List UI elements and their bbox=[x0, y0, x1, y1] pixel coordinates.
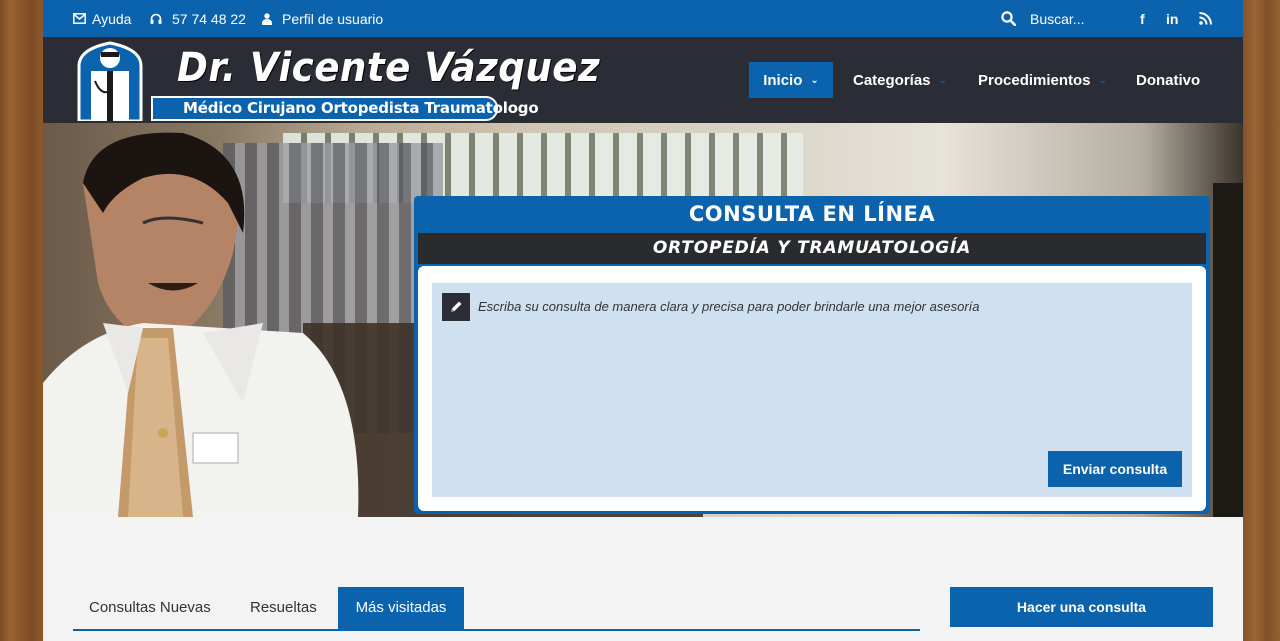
headset-icon bbox=[150, 13, 162, 24]
rss-icon[interactable] bbox=[1199, 0, 1212, 37]
nav-procedimientos-label: Procedimientos bbox=[978, 71, 1091, 89]
send-consult-button[interactable]: Enviar consulta bbox=[1048, 451, 1182, 487]
tab-resueltas[interactable]: Resueltas bbox=[250, 587, 317, 629]
search-box bbox=[1001, 0, 1120, 37]
nav-donativo[interactable]: Donativo bbox=[1136, 62, 1200, 98]
site-logo[interactable]: Dr. Vicente Vázquez Médico Cirujano Orto… bbox=[73, 41, 600, 121]
consult-tabs: Consultas Nuevas Resueltas Más visitadas bbox=[73, 587, 920, 631]
logo-subtitle: Médico Cirujano Ortopedista Traumatologo bbox=[151, 96, 539, 121]
search-icon[interactable] bbox=[1001, 11, 1016, 26]
linkedin-icon[interactable]: in bbox=[1166, 0, 1178, 37]
nav-categorias-label: Categorías bbox=[853, 71, 931, 89]
hero-shadow bbox=[1213, 183, 1243, 517]
help-label: Ayuda bbox=[92, 10, 132, 27]
nav-procedimientos[interactable]: Procedimientos ⌄ bbox=[978, 62, 1107, 98]
nav-donativo-label: Donativo bbox=[1136, 71, 1201, 89]
search-input[interactable] bbox=[1030, 10, 1120, 27]
site-header: Dr. Vicente Vázquez Médico Cirujano Orto… bbox=[43, 37, 1243, 123]
tab-consultas-nuevas[interactable]: Consultas Nuevas bbox=[89, 587, 211, 629]
top-bar: Ayuda 57 74 48 22 Perfil de usuario f bbox=[43, 0, 1243, 37]
chevron-down-icon: ⌄ bbox=[1098, 74, 1107, 86]
help-link[interactable]: Ayuda bbox=[73, 0, 131, 37]
profile-label: Perfil de usuario bbox=[282, 10, 384, 27]
consult-panel: CONSULTA EN LÍNEA ORTOPEDÍA Y TRAMUATOLO… bbox=[414, 196, 1210, 514]
hero-banner: CONSULTA EN LÍNEA ORTOPEDÍA Y TRAMUATOLO… bbox=[43, 123, 1243, 517]
facebook-icon[interactable]: f bbox=[1140, 0, 1145, 37]
consult-placeholder: Escriba su consulta de manera clara y pr… bbox=[478, 299, 980, 314]
consult-textarea[interactable]: Escriba su consulta de manera clara y pr… bbox=[432, 283, 1192, 497]
chevron-down-icon: ⌄ bbox=[938, 74, 947, 86]
wood-background-right bbox=[1243, 0, 1280, 641]
tab-mas-visitadas[interactable]: Más visitadas bbox=[338, 587, 464, 629]
consult-form: Escriba su consulta de manera clara y pr… bbox=[418, 266, 1206, 511]
nav-categorias[interactable]: Categorías ⌄ bbox=[853, 62, 947, 98]
logo-name: Dr. Vicente Vázquez bbox=[177, 45, 601, 91]
profile-link[interactable]: Perfil de usuario bbox=[262, 0, 383, 37]
phone-link[interactable]: 57 74 48 22 bbox=[150, 0, 246, 37]
chevron-down-icon: ⌄ bbox=[810, 74, 819, 86]
consult-title: CONSULTA EN LÍNEA bbox=[688, 202, 936, 226]
user-icon bbox=[262, 12, 272, 25]
nav-inicio[interactable]: Inicio ⌄ bbox=[749, 62, 833, 98]
envelope-icon bbox=[73, 13, 86, 24]
make-consult-button[interactable]: Hacer una consulta bbox=[950, 587, 1213, 627]
pencil-icon bbox=[442, 293, 470, 321]
phone-number: 57 74 48 22 bbox=[172, 10, 246, 27]
doctor-photo bbox=[43, 132, 359, 517]
page-container: Ayuda 57 74 48 22 Perfil de usuario f bbox=[43, 0, 1243, 641]
doctor-mascot-icon bbox=[77, 41, 143, 121]
consult-subtitle: ORTOPEDÍA Y TRAMUATOLOGÍA bbox=[418, 233, 1206, 264]
nav-inicio-label: Inicio bbox=[763, 71, 803, 89]
